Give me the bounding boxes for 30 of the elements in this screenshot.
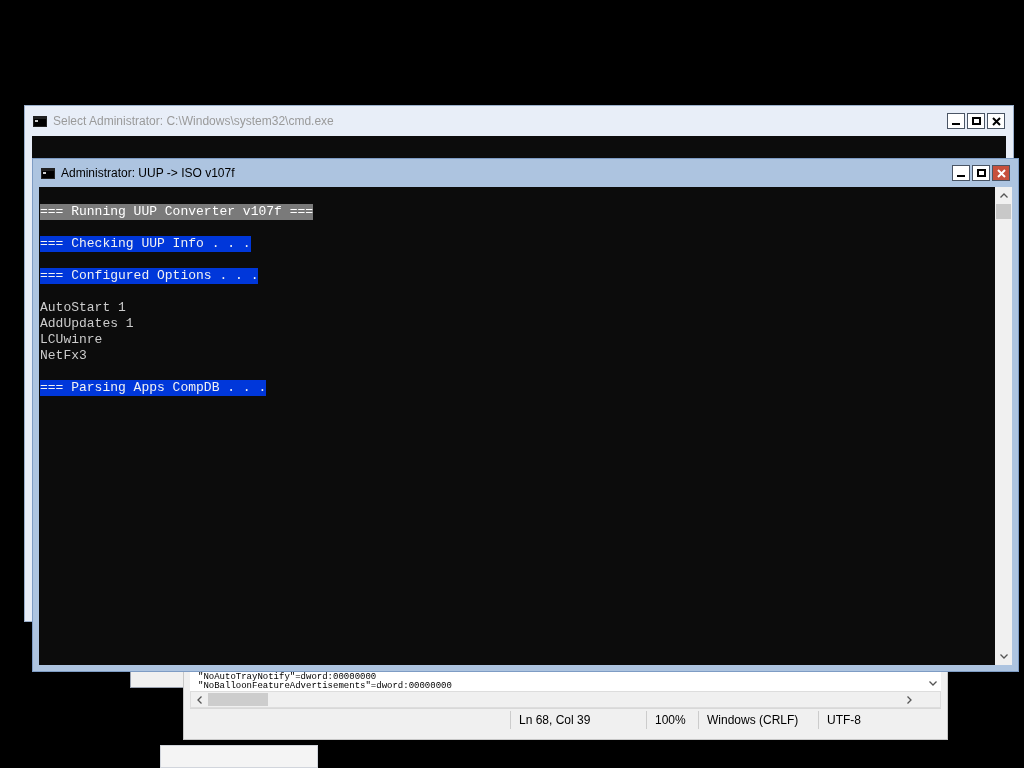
maximize-button[interactable] bbox=[972, 165, 990, 181]
status-text: UTF-8 bbox=[818, 710, 918, 729]
scroll-down-icon[interactable] bbox=[999, 654, 1008, 659]
console-icon bbox=[41, 167, 55, 179]
close-button[interactable] bbox=[987, 113, 1005, 129]
window-title: Select Administrator: C:\Windows\system32\cmd.exe bbox=[53, 113, 334, 130]
console-line: LCUwinre bbox=[40, 332, 103, 348]
text-line: "NoBalloonFeatureAdvertisements"=dword:00000000 bbox=[198, 682, 453, 691]
console-line: NetFx3 bbox=[40, 348, 87, 364]
scrollbar-thumb[interactable] bbox=[996, 204, 1011, 219]
status-text: Windows (CRLF) bbox=[698, 710, 818, 729]
text-line: "NoAutoTrayNotify"=dword:00000000 bbox=[198, 673, 377, 682]
scroll-down-icon[interactable] bbox=[928, 681, 937, 686]
close-icon bbox=[991, 116, 1001, 126]
status-text: 100% bbox=[646, 710, 698, 729]
scrollbar[interactable] bbox=[995, 187, 1012, 665]
close-button[interactable] bbox=[992, 165, 1010, 181]
status-text: Ln 68, Col 39 bbox=[510, 710, 646, 729]
scroll-right-icon[interactable] bbox=[907, 695, 912, 704]
close-icon bbox=[996, 168, 1006, 178]
scrollbar-thumb[interactable] bbox=[208, 693, 268, 706]
scroll-up-icon[interactable] bbox=[999, 193, 1008, 198]
window-title: Administrator: UUP -> ISO v107f bbox=[61, 165, 235, 182]
scroll-left-icon[interactable] bbox=[197, 695, 202, 704]
console-icon bbox=[33, 115, 47, 127]
minimize-button[interactable] bbox=[952, 165, 970, 181]
maximize-button[interactable] bbox=[967, 113, 985, 129]
minimize-button[interactable] bbox=[947, 113, 965, 129]
console-line: AutoStart 1 bbox=[40, 300, 126, 316]
console-line: AddUpdates 1 bbox=[40, 316, 134, 332]
